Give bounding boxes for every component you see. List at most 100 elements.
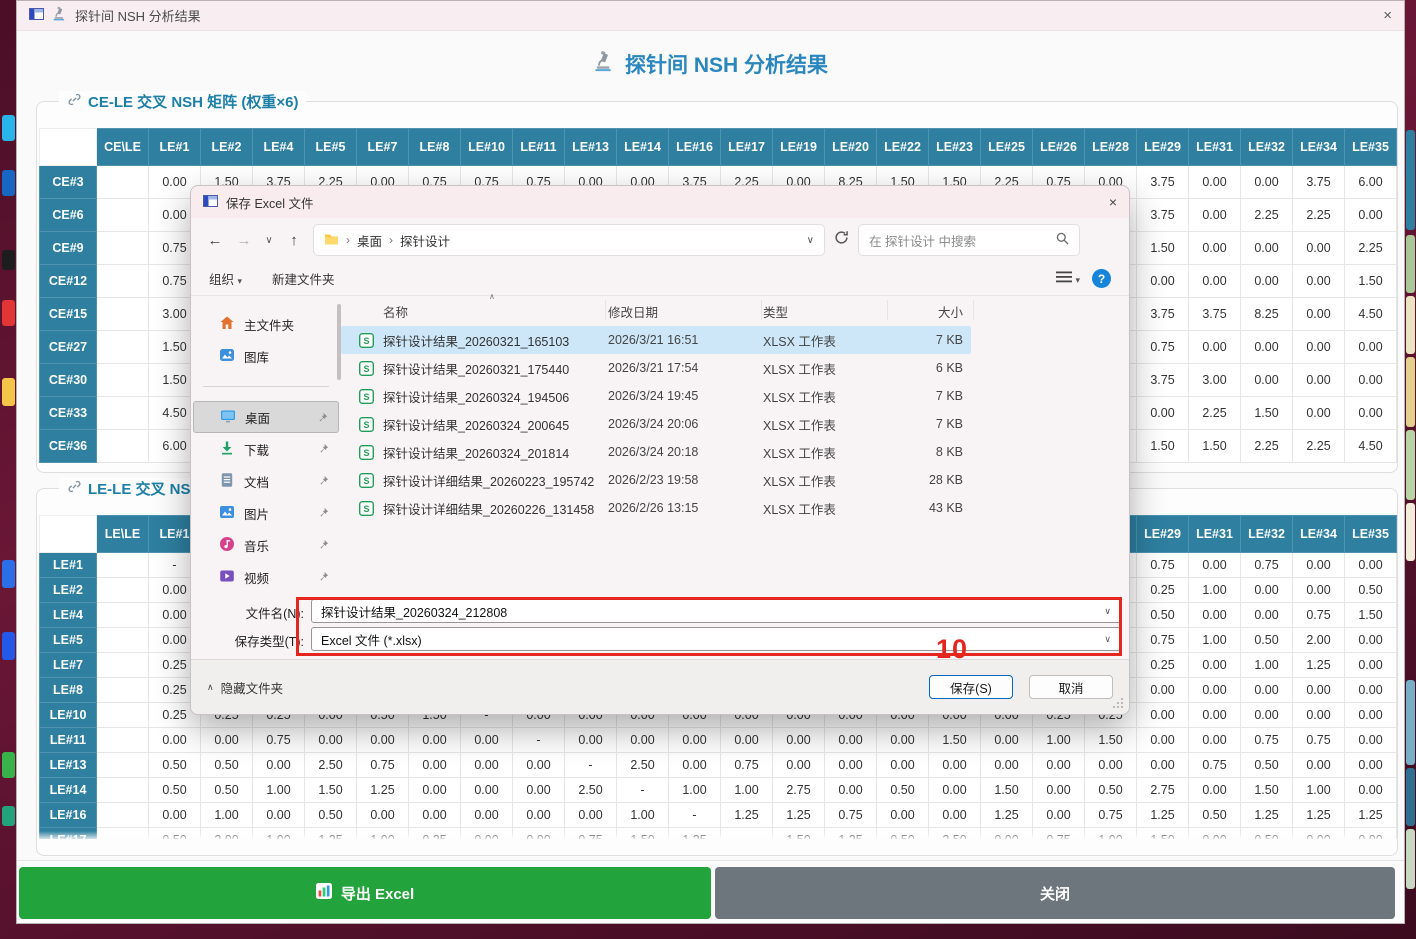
forward-icon[interactable]: → <box>234 232 254 249</box>
sidebar-item-gallery[interactable]: 图库 <box>193 340 339 372</box>
matrix-cell: 1.25 <box>1293 803 1345 828</box>
desktop-icon-fragment <box>2 170 15 196</box>
matrix-cell: 0.75 <box>1085 803 1137 828</box>
file-row[interactable]: S探针设计结果_20260324_2006452026/3/24 20:06XL… <box>341 410 971 438</box>
search-input[interactable]: 在 探针设计 中搜索 <box>858 224 1080 256</box>
dialog-close-icon[interactable]: × <box>1109 194 1117 210</box>
save-button[interactable]: 保存(S) <box>929 675 1013 699</box>
xlsx-file-icon: S <box>359 473 374 488</box>
matrix-cell: 3.75 <box>1293 166 1345 199</box>
column-divider[interactable] <box>887 300 888 320</box>
matrix-cell: 0.50 <box>149 753 201 778</box>
file-row[interactable]: S探针设计详细结果_20260223_1957422026/2/23 19:58… <box>341 466 971 494</box>
matrix-col-header: LE#16 <box>669 129 721 166</box>
column-divider[interactable] <box>605 300 606 320</box>
matrix-cell: 1.50 <box>1241 778 1293 803</box>
resize-grip[interactable] <box>1113 698 1123 708</box>
sidebar-item-downloads[interactable]: 下载 <box>193 433 339 465</box>
file-date: 2026/2/26 13:15 <box>608 501 763 515</box>
file-type: XLSX 工作表 <box>763 331 888 350</box>
matrix-cell: 0.00 <box>1189 331 1241 364</box>
matrix-cell: 6.00 <box>1345 166 1397 199</box>
sidebar-item-pictures[interactable]: 图片 <box>193 497 339 529</box>
new-folder-button[interactable]: 新建文件夹 <box>272 269 335 288</box>
back-icon[interactable]: ← <box>205 232 225 249</box>
sidebar-item-desktop[interactable]: 桌面 <box>193 401 339 433</box>
desktop-icon-fragment <box>2 632 15 660</box>
matrix-blank-cell <box>97 728 149 753</box>
file-row[interactable]: S探针设计详细结果_20260226_1314582026/2/26 13:15… <box>341 494 971 522</box>
matrix-cell: 0.00 <box>825 778 877 803</box>
refresh-icon[interactable] <box>834 230 849 250</box>
matrix-row-label: CE#30 <box>40 364 97 397</box>
column-header-type[interactable]: 类型 <box>763 302 888 321</box>
file-row[interactable]: S探针设计结果_20260324_2018142026/3/24 20:18XL… <box>341 438 971 466</box>
sidebar-item-music[interactable]: 音乐 <box>193 529 339 561</box>
matrix-cell: 0.75 <box>1241 553 1293 578</box>
matrix-cell: 0.50 <box>1241 753 1293 778</box>
matrix-cell: 0.00 <box>565 803 617 828</box>
matrix-cell: 0.00 <box>1033 803 1085 828</box>
dialog-title: 保存 Excel 文件 <box>226 193 314 212</box>
cancel-button[interactable]: 取消 <box>1029 675 1113 699</box>
matrix-blank-cell <box>97 628 149 653</box>
column-header-size[interactable]: 大小 <box>888 302 963 321</box>
matrix-cell: 2.25 <box>1241 430 1293 463</box>
sidebar-item-home[interactable]: 主文件夹 <box>193 308 339 340</box>
breadcrumb-folder[interactable]: 探针设计 <box>400 231 450 250</box>
help-icon[interactable]: ? <box>1092 269 1111 288</box>
up-icon[interactable]: ↑ <box>284 232 304 249</box>
matrix-blank-cell <box>97 364 149 397</box>
column-header-date[interactable]: 修改日期 <box>608 302 763 321</box>
file-type: XLSX 工作表 <box>763 471 888 490</box>
xlsx-file-icon: S <box>359 333 374 348</box>
matrix-row-label: LE#5 <box>40 628 97 653</box>
breadcrumb-desktop[interactable]: 桌面 <box>357 231 382 250</box>
file-row[interactable]: S探针设计结果_20260324_1945062026/3/24 19:45XL… <box>341 382 971 410</box>
matrix-cell: 1.00 <box>1293 778 1345 803</box>
matrix-col-header: LE#11 <box>513 129 565 166</box>
matrix-col-header: LE#35 <box>1345 129 1397 166</box>
hide-folders-button[interactable]: ∧ 隐藏文件夹 <box>207 678 283 697</box>
matrix-blank-cell <box>97 430 149 463</box>
address-bar[interactable]: › 桌面 › 探针设计 ∨ <box>313 224 825 256</box>
matrix-cell: 0.00 <box>1189 232 1241 265</box>
column-header-name[interactable]: 名称 <box>383 302 608 321</box>
matrix-cell: 3.75 <box>1189 298 1241 331</box>
matrix-cell: 1.00 <box>617 803 669 828</box>
view-list-icon[interactable]: ▾ <box>1056 271 1080 286</box>
matrix-cell: 0.00 <box>1293 298 1345 331</box>
desktop-icon-fragment <box>2 115 15 141</box>
file-row[interactable]: S探针设计结果_20260321_1651032026/3/21 16:51XL… <box>341 326 971 354</box>
column-divider[interactable] <box>761 300 762 320</box>
svg-text:S: S <box>363 476 369 486</box>
export-excel-button[interactable]: 导出 Excel <box>19 867 711 919</box>
close-dialog-button[interactable]: 关闭 <box>715 867 1395 919</box>
matrix-col-header: LE#29 <box>1137 516 1189 553</box>
matrix-cell: - <box>617 778 669 803</box>
sidebar-item-documents[interactable]: 文档 <box>193 465 339 497</box>
matrix-row-label: CE#3 <box>40 166 97 199</box>
window-close-icon[interactable]: × <box>1383 7 1392 24</box>
matrix-cell: 1.50 <box>1345 265 1397 298</box>
organize-menu[interactable]: 组织 ▾ <box>209 269 242 288</box>
matrix-cell: 0.00 <box>1189 703 1241 728</box>
matrix-cell: 0.00 <box>513 803 565 828</box>
pin-icon <box>318 443 329 457</box>
matrix-cell: 0.00 <box>929 753 981 778</box>
matrix-cell: 0.00 <box>1137 678 1189 703</box>
address-dropdown-icon[interactable]: ∨ <box>807 235 814 246</box>
desktop-icon-fragment <box>2 560 15 588</box>
file-row[interactable]: S探针设计结果_20260321_1754402026/3/21 17:54XL… <box>341 354 971 382</box>
matrix-cell: 0.00 <box>565 728 617 753</box>
matrix-axis-header: LE\LE <box>97 516 149 553</box>
matrix-cell: 1.25 <box>981 803 1033 828</box>
folder-icon <box>324 233 339 248</box>
column-divider[interactable] <box>973 300 974 320</box>
sidebar-item-videos[interactable]: 视频 <box>193 561 339 593</box>
matrix-cell: 0.50 <box>149 778 201 803</box>
matrix-cell: 0.25 <box>1137 653 1189 678</box>
matrix-cell: 0.00 <box>1345 364 1397 397</box>
matrix-row: LE#140.500.501.001.501.250.000.000.002.5… <box>40 778 1397 803</box>
history-chevron-icon[interactable]: ∨ <box>263 235 275 246</box>
